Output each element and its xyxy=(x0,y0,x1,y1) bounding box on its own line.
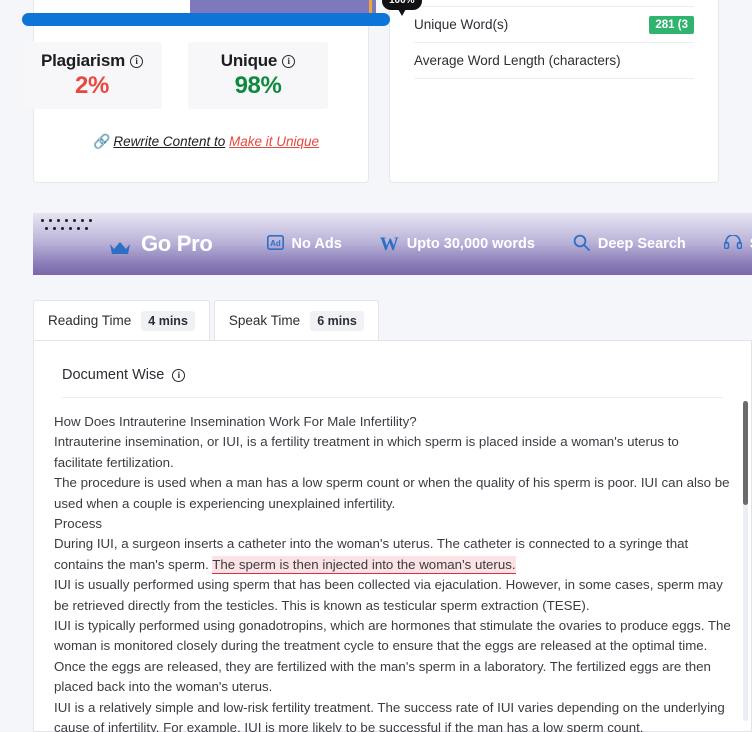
tab-label: Reading Time xyxy=(48,313,132,328)
document-scrollbar[interactable] xyxy=(743,401,748,721)
document-scrollbar-thumb[interactable] xyxy=(743,401,748,505)
go-pro-title-text: Go Pro xyxy=(141,231,213,256)
feature-no-ads[interactable]: Ad No Ads xyxy=(266,234,342,254)
plagiarism-score-value: 2% xyxy=(75,72,109,99)
stat-row-unique-words: Unique Word(s) 281 (3 xyxy=(414,7,694,43)
no-ads-icon: Ad xyxy=(266,234,284,254)
extra-words-stats-card: Extra Wo Syllables 1 Sentences Unique Wo… xyxy=(389,0,719,183)
source-distribution-bar xyxy=(190,0,376,13)
document-paragraph: The procedure is used when a man has a l… xyxy=(54,475,730,511)
document-paragraph: IUI is usually performed using sperm tha… xyxy=(54,577,723,613)
document-wise-header: Document Wise i xyxy=(62,367,723,398)
stat-row-avg-word-length: Average Word Length (characters) xyxy=(414,43,694,79)
stat-badge: 281 (3 xyxy=(649,15,694,34)
go-pro-title[interactable]: Go Pro xyxy=(108,231,213,257)
tab-value-chip: 4 mins xyxy=(141,310,195,331)
unique-score-label: Unique i xyxy=(220,51,296,71)
unique-score-value: 98% xyxy=(234,72,282,99)
document-paragraph: How Does Intrauterine Insemination Work … xyxy=(54,414,417,429)
document-paragraph: Process xyxy=(54,516,103,532)
info-icon[interactable]: i xyxy=(172,368,186,382)
plagiarism-score-label: Plagiarism i xyxy=(41,51,143,71)
crown-icon xyxy=(108,236,132,254)
feature-label: Deep Search xyxy=(597,236,686,252)
svg-text:Ad: Ad xyxy=(270,239,281,248)
tab-value-chip: 6 mins xyxy=(310,310,364,331)
feature-deep-search[interactable]: Deep Search xyxy=(573,234,686,255)
document-text-body[interactable]: How Does Intrauterine Insemination Work … xyxy=(54,412,731,732)
unique-score-tile: Unique i 98% xyxy=(188,42,328,109)
plagiarism-label-text: Plagiarism xyxy=(41,51,125,70)
time-tabs: Reading Time 4 mins Speak Time 6 mins xyxy=(33,300,379,340)
stat-row-sentences: Sentences xyxy=(414,0,694,7)
rewrite-content-link[interactable]: 🔗 Rewrite Content to Make it Unique xyxy=(22,133,390,150)
go-pro-banner[interactable]: Go Pro Ad No Ads W Upto 30,000 words Dee… xyxy=(33,213,752,275)
document-paragraph-flagged: During IUI, a surgeon inserts a catheter… xyxy=(54,534,731,575)
plagiarism-flagged-sentence[interactable]: The sperm is then injected into the woma… xyxy=(212,555,516,574)
feature-label: No Ads xyxy=(291,236,342,252)
feature-word-limit[interactable]: W Upto 30,000 words xyxy=(380,235,535,254)
rewrite-prefix-text[interactable]: Rewrite Content to xyxy=(113,134,225,149)
info-icon[interactable]: i xyxy=(130,54,143,68)
make-it-unique-link[interactable]: Make it Unique xyxy=(229,134,319,149)
document-paragraph: Intrauterine insemination, or IUI, is a … xyxy=(54,434,679,470)
stat-label: Unique Word(s) xyxy=(414,17,509,32)
feature-support[interactable]: Support xyxy=(723,234,752,253)
document-wise-title: Document Wise xyxy=(62,367,165,383)
stat-label: Average Word Length (characters) xyxy=(414,53,621,68)
document-paragraph: IUI is a relatively simple and low-risk … xyxy=(54,699,725,732)
progress-percentage-badge: 100% xyxy=(382,0,422,16)
tab-label: Speak Time xyxy=(228,313,301,328)
info-icon[interactable]: i xyxy=(282,54,296,68)
summary-cards-row: 100% Plagiarism i 2% Unique i 98% 🔗 Rewr… xyxy=(0,0,752,183)
unique-label-text: Unique xyxy=(220,51,278,70)
feature-label: Upto 30,000 words xyxy=(406,236,535,252)
search-icon xyxy=(573,234,590,255)
unique-progress-bar xyxy=(22,13,390,26)
plagiarism-report-page: 100% Plagiarism i 2% Unique i 98% 🔗 Rewr… xyxy=(0,0,752,732)
plagiarism-summary-card: 100% Plagiarism i 2% Unique i 98% 🔗 Rewr… xyxy=(22,0,422,183)
go-pro-content: Go Pro Ad No Ads W Upto 30,000 words Dee… xyxy=(33,213,752,275)
headset-icon xyxy=(723,234,743,253)
document-paragraph: Once the eggs are released, they are fer… xyxy=(54,658,711,695)
plagiarism-score-tile: Plagiarism i 2% xyxy=(22,42,162,109)
tab-reading-time[interactable]: Reading Time 4 mins xyxy=(33,300,210,340)
source-distribution-tick xyxy=(369,0,372,13)
score-tiles: Plagiarism i 2% Unique i 98% xyxy=(22,42,328,109)
document-wise-panel: Document Wise i How Does Intrauterine In… xyxy=(33,340,752,732)
link-icon: 🔗 xyxy=(92,133,111,149)
tab-speak-time[interactable]: Speak Time 6 mins xyxy=(213,300,379,340)
document-paragraph: IUI is typically performed using gonadot… xyxy=(54,618,731,654)
word-count-icon: W xyxy=(379,233,399,255)
